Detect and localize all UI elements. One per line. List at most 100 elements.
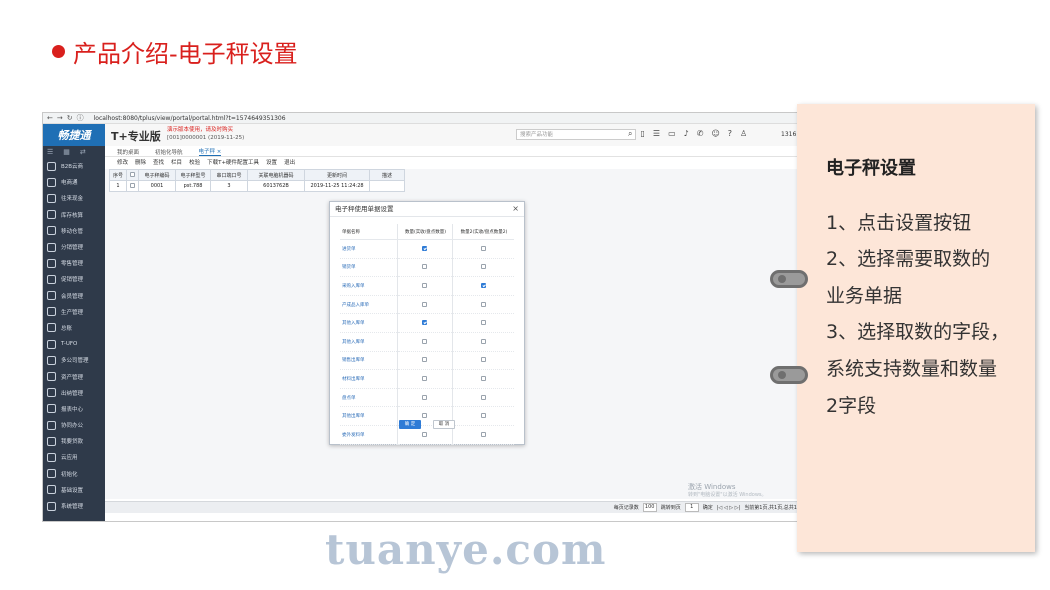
sidebar-item-cloud-apps[interactable]: 云应用: [43, 449, 105, 465]
table-cell: 1: [108, 180, 128, 192]
qty2-checkbox[interactable]: [480, 394, 486, 400]
qty1-checkbox[interactable]: [422, 282, 428, 288]
cancel-button[interactable]: 取 消: [433, 420, 455, 429]
page-size-input[interactable]: 100: [642, 503, 657, 512]
qty1-checkbox[interactable]: [422, 394, 428, 400]
column-header[interactable]: 描述: [369, 169, 406, 181]
sidebar-item-loan[interactable]: 我要贷款: [43, 433, 105, 449]
bell-icon[interactable]: ♪: [684, 129, 689, 139]
sidebar-item-tufo[interactable]: T-UFO: [43, 336, 105, 352]
column-header[interactable]: 电子秤编码: [138, 169, 177, 181]
column-header[interactable]: 序号: [108, 169, 128, 181]
column-header[interactable]: 电子秤型号: [175, 169, 212, 181]
goto-confirm-button[interactable]: 确定: [703, 504, 713, 511]
sidebar-item-collaboration[interactable]: 协同办公: [43, 417, 105, 433]
qty2-checkbox[interactable]: [480, 301, 486, 307]
sidebar-item-b2b[interactable]: B2B云商: [43, 158, 105, 174]
qty1-checkbox[interactable]: [422, 301, 428, 307]
row-checkbox[interactable]: [130, 183, 136, 188]
qty1-checkbox[interactable]: [422, 431, 428, 437]
column-header[interactable]: 串口端口号: [210, 169, 249, 181]
download-tool-button[interactable]: 下载T+硬件配置工具: [207, 158, 259, 166]
find-button[interactable]: 查找: [153, 158, 164, 166]
column-header: 数量2(实收/盘点数量2): [452, 224, 514, 240]
menu-icon[interactable]: ☰: [47, 148, 53, 156]
goto-page-input[interactable]: 1: [684, 503, 699, 512]
qty1-checkbox[interactable]: [422, 413, 428, 419]
close-icon[interactable]: ×: [512, 202, 519, 216]
back-icon[interactable]: ←: [47, 114, 53, 122]
sidebar-item-multi-company[interactable]: 多公司管理: [43, 352, 105, 368]
module-icon: [47, 161, 56, 171]
qty1-checkbox[interactable]: [422, 357, 428, 363]
qty2-checkbox[interactable]: [480, 264, 486, 270]
document-row: 产成品入库单: [340, 295, 514, 315]
sidebar-item-cashier[interactable]: 出纳管理: [43, 385, 105, 401]
tab-scale[interactable]: 电子秤 ×: [198, 147, 222, 156]
pagination-nav[interactable]: |◁ ◁ ▷ ▷|: [717, 505, 741, 511]
qty2-checkbox[interactable]: [480, 320, 486, 326]
document-row: 采购入库单: [340, 276, 514, 296]
column-header[interactable]: 更新时间: [304, 169, 371, 181]
qty2-checkbox[interactable]: [480, 413, 486, 419]
qty2-checkbox[interactable]: [480, 375, 486, 381]
sidebar-item-ledger[interactable]: 总账: [43, 320, 105, 336]
reload-icon[interactable]: ↻: [67, 114, 73, 122]
list-icon[interactable]: ☰: [653, 129, 660, 139]
settings-button[interactable]: 设置: [266, 158, 277, 166]
mascot-icon[interactable]: ☺: [711, 129, 719, 139]
document-name: 销售出库单: [340, 351, 398, 371]
table-row[interactable]: 1 0001 pst.788 3 6013762B 2019-11-25 11:…: [108, 180, 406, 192]
document-name: 其他入库单: [340, 313, 398, 333]
search-input[interactable]: 搜索产品功能: [516, 129, 636, 140]
help-icon[interactable]: ?: [728, 129, 732, 139]
share-icon[interactable]: ⇄: [80, 148, 86, 156]
sidebar-item-system[interactable]: 系统管理: [43, 498, 105, 514]
column-header[interactable]: [126, 169, 140, 181]
sidebar-item-promotion[interactable]: 促销管理: [43, 271, 105, 287]
sidebar-item-mobile-warehouse[interactable]: 移动仓管: [43, 223, 105, 239]
document-name: 材料出库单: [340, 369, 398, 389]
qty1-checkbox[interactable]: [422, 245, 428, 251]
sidebar-item-ecommerce[interactable]: 电商通: [43, 174, 105, 190]
notice-text[interactable]: 演示版本使用，请及时购买: [167, 126, 244, 134]
sidebar-item-cash[interactable]: 往来现金: [43, 190, 105, 206]
call-icon[interactable]: ✆: [697, 129, 704, 139]
delete-button[interactable]: 删除: [135, 158, 146, 166]
sidebar-item-assets[interactable]: 资产管理: [43, 368, 105, 384]
qty2-checkbox[interactable]: [480, 357, 486, 363]
qty2-checkbox[interactable]: [480, 245, 486, 251]
qty2-checkbox[interactable]: [480, 282, 486, 288]
user-icon[interactable]: ♙: [740, 129, 747, 139]
forward-icon[interactable]: →: [57, 114, 63, 122]
sidebar-item-distribution[interactable]: 分销管理: [43, 239, 105, 255]
columns-button[interactable]: 栏目: [171, 158, 182, 166]
search-icon[interactable]: ⌕: [628, 129, 632, 139]
qty1-checkbox[interactable]: [422, 264, 428, 270]
table-cell[interactable]: [126, 180, 140, 192]
sidebar-item-member[interactable]: 会员管理: [43, 288, 105, 304]
tab-desktop[interactable]: 我的桌面: [117, 148, 139, 156]
sidebar-item-inventory[interactable]: 库存核算: [43, 207, 105, 223]
verify-button[interactable]: 校验: [189, 158, 200, 166]
sidebar-item-basic-settings[interactable]: 基础设置: [43, 482, 105, 498]
column-header[interactable]: 关联电脑机器码: [247, 169, 306, 181]
sidebar-item-retail[interactable]: 零售管理: [43, 255, 105, 271]
qty2-checkbox[interactable]: [480, 431, 486, 437]
edit-button[interactable]: 修改: [117, 158, 128, 166]
message-icon[interactable]: ▭: [668, 129, 676, 139]
grid-icon[interactable]: ▦: [63, 148, 70, 156]
qty1-checkbox[interactable]: [422, 320, 428, 326]
exit-button[interactable]: 退出: [284, 158, 295, 166]
qty1-checkbox[interactable]: [422, 375, 428, 381]
sidebar-item-reports[interactable]: 报表中心: [43, 401, 105, 417]
qty2-checkbox[interactable]: [480, 338, 486, 344]
select-all-checkbox[interactable]: [130, 172, 136, 177]
ok-button[interactable]: 确 定: [399, 420, 421, 429]
sidebar-item-production[interactable]: 生产管理: [43, 304, 105, 320]
phone-icon[interactable]: ▯: [640, 129, 644, 139]
tab-init-nav[interactable]: 初始化导航: [155, 148, 183, 156]
url-bar[interactable]: localhost:8080/tplus/view/portal/portal.…: [94, 115, 286, 122]
qty1-checkbox[interactable]: [422, 338, 428, 344]
sidebar-item-init[interactable]: 初始化: [43, 466, 105, 482]
